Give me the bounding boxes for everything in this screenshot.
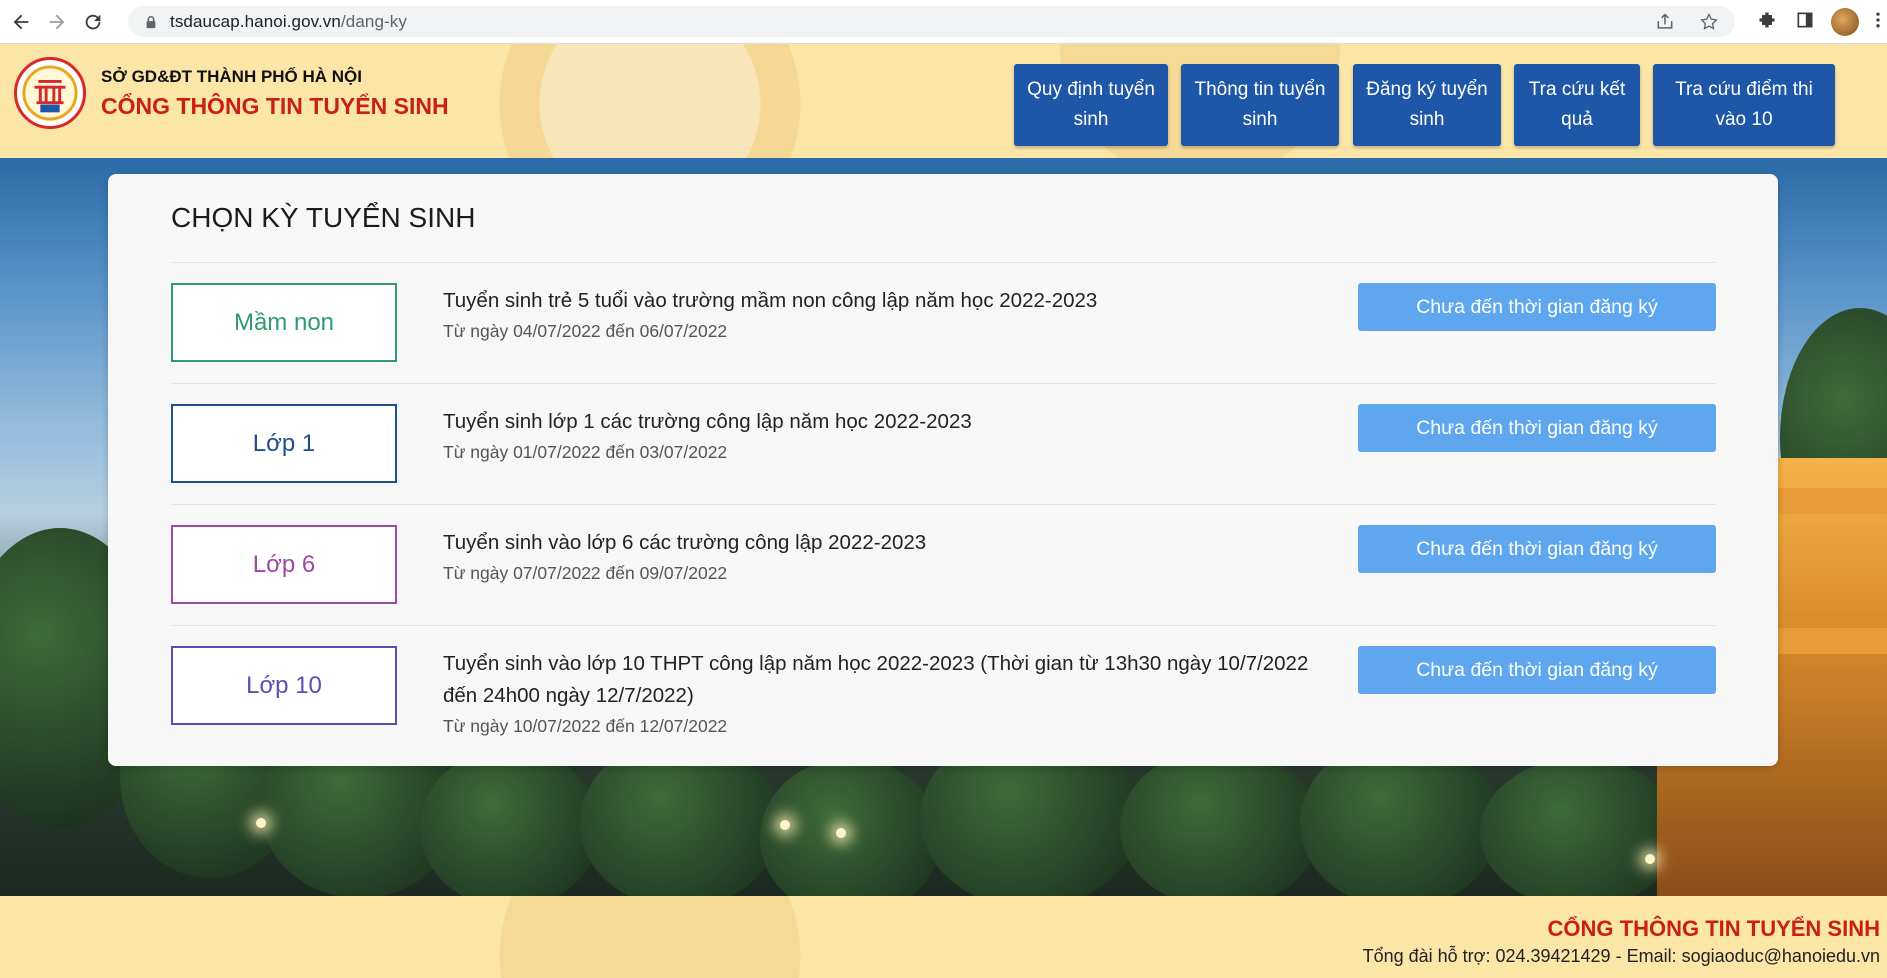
nav-tra-cuu-diem-thi[interactable]: Tra cứu điểm thi vào 10 bbox=[1653, 64, 1835, 146]
site-header: SỞ GD&ĐT THÀNH PHỐ HÀ NỘI CỔNG THÔNG TIN… bbox=[0, 44, 1887, 158]
reload-icon[interactable] bbox=[78, 7, 108, 37]
extensions-puzzle-icon[interactable] bbox=[1755, 8, 1779, 32]
site-footer: CỔNG THÔNG TIN TUYỂN SINH Tổng đài hỗ tr… bbox=[0, 896, 1887, 978]
nav-dang-ky-tuyen-sinh[interactable]: Đăng ký tuyển sinh bbox=[1353, 64, 1501, 146]
page-title: CHỌN KỲ TUYỂN SINH bbox=[171, 202, 476, 233]
footer-title: CỔNG THÔNG TIN TUYỂN SINH bbox=[1547, 916, 1880, 941]
side-panel-icon[interactable] bbox=[1793, 8, 1817, 32]
enrollment-dates: Từ ngày 01/07/2022 đến 03/07/2022 bbox=[443, 442, 728, 462]
register-button-lop-6[interactable]: Chưa đến thời gian đăng ký bbox=[1358, 525, 1716, 573]
level-badge-mam-non[interactable]: Mầm non bbox=[171, 283, 397, 362]
browser-menu-icon[interactable] bbox=[1873, 8, 1883, 32]
level-badge-lop-10[interactable]: Lớp 10 bbox=[171, 646, 397, 725]
enrollment-title: Tuyển sinh lớp 1 các trường công lập năm… bbox=[443, 410, 972, 433]
forward-arrow-icon[interactable] bbox=[42, 7, 72, 37]
enrollment-dates: Từ ngày 10/07/2022 đến 12/07/2022 bbox=[443, 716, 728, 736]
top-navigation: Quy định tuyển sinh Thông tin tuyển sinh… bbox=[0, 64, 1887, 146]
url-host: tsdaucap.hanoi.gov.vn bbox=[170, 11, 341, 31]
enrollment-dates: Từ ngày 04/07/2022 đến 06/07/2022 bbox=[443, 321, 728, 341]
footer-contact: Tổng đài hỗ trợ: 024.39421429 - Email: s… bbox=[1362, 946, 1880, 966]
url-path: /dang-ky bbox=[340, 11, 407, 31]
register-button-lop-10[interactable]: Chưa đến thời gian đăng ký bbox=[1358, 646, 1716, 694]
nav-quy-dinh-tuyen-sinh[interactable]: Quy định tuyển sinh bbox=[1014, 64, 1168, 146]
share-icon[interactable] bbox=[1653, 10, 1677, 34]
bookmark-star-icon[interactable] bbox=[1697, 10, 1721, 34]
enrollment-title: Tuyển sinh trẻ 5 tuổi vào trường mầm non… bbox=[443, 289, 1098, 312]
register-button-mam-non[interactable]: Chưa đến thời gian đăng ký bbox=[1358, 283, 1716, 331]
nav-thong-tin-tuyen-sinh[interactable]: Thông tin tuyển sinh bbox=[1181, 64, 1339, 146]
enrollment-row-lop-10: Lớp 10 Tuyển sinh vào lớp 10 THPT công l… bbox=[171, 625, 1716, 756]
enrollment-row-lop-6: Lớp 6 Tuyển sinh vào lớp 6 các trường cô… bbox=[171, 504, 1716, 626]
url-text[interactable]: tsdaucap.hanoi.gov.vn/dang-ky bbox=[170, 12, 407, 32]
level-badge-lop-1[interactable]: Lớp 1 bbox=[171, 404, 397, 483]
enrollment-dates: Từ ngày 07/07/2022 đến 09/07/2022 bbox=[443, 563, 728, 583]
profile-avatar[interactable] bbox=[1831, 8, 1859, 36]
enrollment-title: Tuyển sinh vào lớp 10 THPT công lập năm … bbox=[443, 652, 1309, 707]
browser-toolbar: tsdaucap.hanoi.gov.vn/dang-ky bbox=[0, 0, 1887, 44]
nav-tra-cuu-ket-qua[interactable]: Tra cứu kết quả bbox=[1514, 64, 1640, 146]
enrollment-row-lop-1: Lớp 1 Tuyển sinh lớp 1 các trường công l… bbox=[171, 383, 1716, 505]
enrollment-title: Tuyển sinh vào lớp 6 các trường công lập… bbox=[443, 531, 927, 554]
enrollment-row-mam-non: Mầm non Tuyển sinh trẻ 5 tuổi vào trường… bbox=[171, 262, 1716, 384]
back-arrow-icon[interactable] bbox=[6, 7, 36, 37]
address-bar[interactable]: tsdaucap.hanoi.gov.vn/dang-ky bbox=[128, 6, 1735, 37]
lock-icon[interactable] bbox=[142, 13, 160, 31]
enrollment-period-card: CHỌN KỲ TUYỂN SINH Mầm non Tuyển sinh tr… bbox=[108, 174, 1778, 766]
register-button-lop-1[interactable]: Chưa đến thời gian đăng ký bbox=[1358, 404, 1716, 452]
level-badge-lop-6[interactable]: Lớp 6 bbox=[171, 525, 397, 604]
